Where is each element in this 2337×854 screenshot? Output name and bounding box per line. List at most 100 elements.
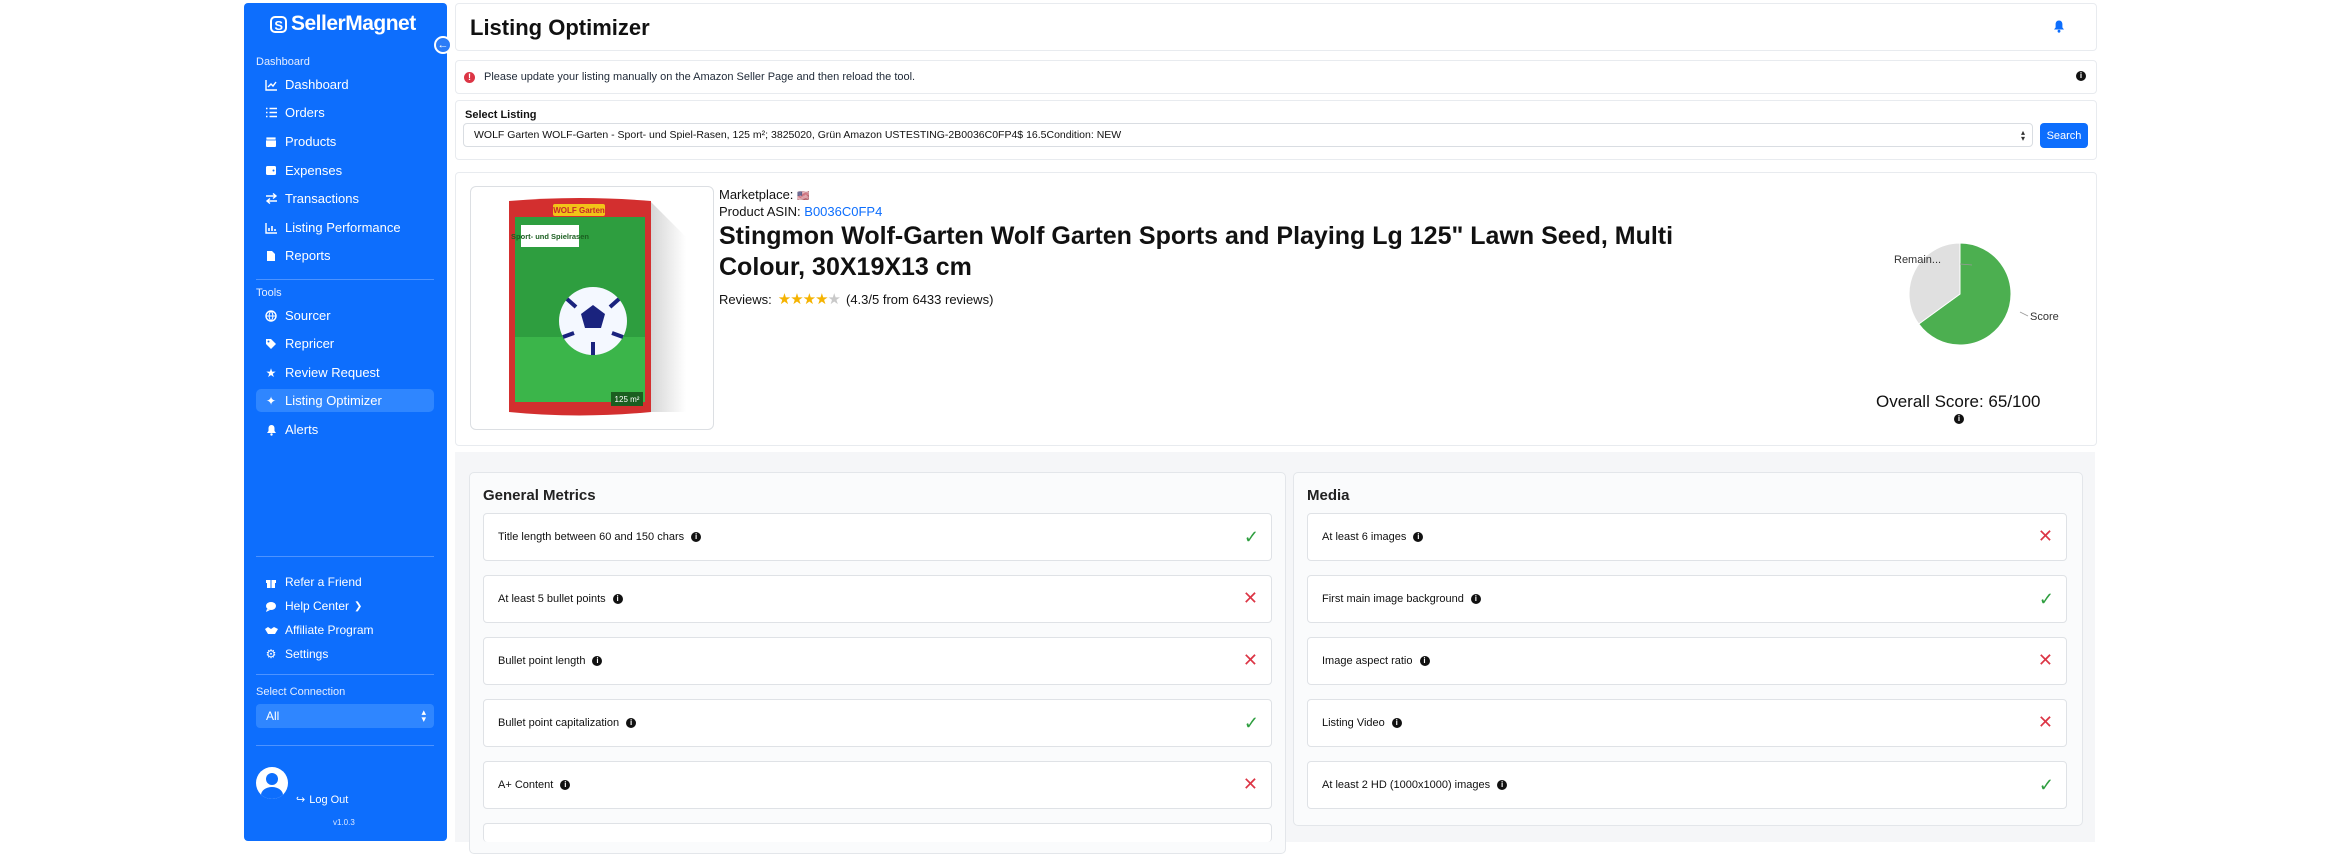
section-label-dashboard: Dashboard	[256, 56, 310, 68]
sidebar-link-affiliate-program[interactable]: Affiliate Program	[256, 620, 434, 640]
select-arrows-icon: ▴ ▾	[2020, 128, 2025, 143]
metric-info-icon[interactable]: i	[1391, 718, 1402, 728]
check-icon: ✓	[2038, 589, 2054, 609]
sidebar-link-label: Help Center	[285, 599, 350, 613]
alert-info-icon[interactable]: i	[2076, 71, 2086, 81]
sidebar-item-label: Listing Performance	[285, 220, 401, 235]
wallet-icon	[264, 164, 278, 178]
sidebar-item-dashboard[interactable]: Dashboard	[256, 73, 434, 96]
sidebar-divider	[256, 674, 434, 675]
sidebar-item-label: Reports	[285, 248, 331, 263]
sidebar-item-label: Transactions	[285, 191, 359, 206]
sidebar-item-transactions[interactable]: Transactions	[256, 187, 434, 210]
metric-row: Listing Video i ✕	[1307, 699, 2067, 747]
sidebar-link-settings[interactable]: ⚙ Settings	[256, 644, 434, 664]
check-icon: ✓	[1243, 527, 1259, 547]
metric-info-icon[interactable]: i	[626, 718, 637, 728]
product-image[interactable]: WOLF Garten Sport- und Spielrasen 125 m²	[470, 186, 714, 430]
error-icon: !	[464, 71, 475, 83]
metric-info-icon[interactable]: i	[612, 594, 623, 604]
gift-icon	[264, 575, 278, 589]
sidebar-item-label: Orders	[285, 105, 325, 120]
search-button[interactable]: Search	[2040, 123, 2088, 148]
reviews-text: (4.3/5 from 6433 reviews)	[846, 291, 994, 307]
metric-row: Title length between 60 and 150 chars i ✓	[483, 513, 1272, 561]
logout-button[interactable]: ↪ Log Out	[296, 793, 349, 807]
sidebar-item-alerts[interactable]: Alerts	[256, 418, 434, 441]
tag-icon	[264, 337, 278, 351]
sidebar-item-expenses[interactable]: Expenses	[256, 159, 434, 182]
marketplace-label: Marketplace:	[719, 187, 794, 202]
overall-score: Overall Score: 65/100	[1876, 392, 2041, 411]
sidebar-item-listing-optimizer[interactable]: ✦ Listing Optimizer	[256, 389, 434, 412]
media-title: Media	[1307, 487, 1350, 504]
metric-label: A+ Content	[498, 779, 554, 791]
listing-select[interactable]: WOLF Garten WOLF-Garten - Sport- und Spi…	[463, 123, 2033, 147]
asin-link[interactable]: B0036C0FP4	[804, 204, 882, 219]
metric-info-icon[interactable]: i	[1413, 532, 1424, 542]
us-flag-icon: 🇺🇸	[797, 191, 810, 202]
pie-label-score: Score	[2030, 311, 2059, 323]
globe-icon	[264, 309, 278, 323]
metric-info-icon[interactable]: i	[1497, 780, 1508, 790]
list-icon	[264, 106, 278, 120]
metric-info-icon[interactable]: i	[691, 532, 702, 542]
metric-row: A+ Content i ✕	[483, 761, 1272, 809]
notifications-bell-icon[interactable]	[2052, 19, 2066, 33]
check-icon: ✓	[1243, 713, 1259, 733]
score-info-icon[interactable]: i	[1954, 414, 1964, 424]
sidebar-divider	[256, 745, 434, 746]
collapse-sidebar-button[interactable]: ←	[434, 36, 452, 54]
app-logo[interactable]: S SellerMagnet	[270, 12, 416, 36]
sidebar-divider	[256, 556, 434, 557]
sidebar-item-label: Listing Optimizer	[285, 393, 382, 408]
section-label-connection: Select Connection	[256, 686, 346, 698]
metric-label: Listing Video	[1322, 717, 1385, 729]
metric-row: Image aspect ratio i ✕	[1307, 637, 2067, 685]
pie-label-remain: Remain...	[1894, 254, 1941, 266]
check-icon: ✓	[2038, 775, 2054, 795]
sidebar-link-label: Affiliate Program	[285, 623, 374, 637]
sidebar-link-help-center[interactable]: Help Center ❯	[256, 596, 434, 616]
cross-icon: ✕	[1242, 588, 1258, 608]
cross-icon: ✕	[2037, 650, 2053, 670]
sparkles-icon: ✦	[265, 393, 277, 408]
listing-select-value: WOLF Garten WOLF-Garten - Sport- und Spi…	[474, 129, 1122, 141]
warning-alert: ! Please update your listing manually on…	[455, 60, 2097, 94]
metric-label: Image aspect ratio	[1322, 655, 1413, 667]
reviews-row: Reviews: ★★★★★ (4.3/5 from 6433 reviews)	[719, 290, 993, 308]
metric-info-icon[interactable]: i	[592, 656, 603, 666]
package-brand-text: WOLF Garten	[553, 206, 605, 215]
sidebar-item-sourcer[interactable]: Sourcer	[256, 304, 434, 327]
metric-info-icon[interactable]: i	[1470, 594, 1481, 604]
arrows-exchange-icon	[264, 192, 278, 206]
asin-label: Product ASIN:	[719, 204, 801, 219]
connection-select[interactable]: All ▴ ▾	[256, 704, 434, 728]
sidebar-item-review-request[interactable]: ★ Review Request	[256, 361, 434, 384]
metric-info-icon[interactable]: i	[560, 780, 571, 790]
metric-info-icon[interactable]: i	[1419, 656, 1430, 666]
bell-icon	[264, 423, 278, 437]
sidebar-item-reports[interactable]: Reports	[256, 244, 434, 267]
header-bar	[455, 3, 2097, 51]
product-title: Stingmon Wolf-Garten Wolf Garten Sports …	[719, 222, 1674, 281]
sidebar-link-label: Refer a Friend	[285, 575, 362, 589]
score-pie-chart: Remain... Score	[1894, 242, 2059, 346]
sidebar-item-label: Dashboard	[285, 77, 349, 92]
bar-chart-icon	[264, 221, 278, 235]
cross-icon: ✕	[1242, 650, 1258, 670]
sidebar-item-listing-performance[interactable]: Listing Performance	[256, 216, 434, 239]
logo-text: SellerMagnet	[291, 12, 416, 35]
chat-icon	[264, 599, 278, 613]
avatar-body-shape	[261, 787, 283, 799]
sidebar-link-refer-a-friend[interactable]: Refer a Friend	[256, 572, 434, 592]
logout-label: Log Out	[309, 793, 349, 806]
chart-line-icon	[264, 78, 278, 92]
avatar[interactable]	[256, 767, 288, 799]
connection-select-value: All	[266, 709, 280, 723]
sidebar-item-orders[interactable]: Orders	[256, 101, 434, 124]
sidebar-item-label: Expenses	[285, 163, 343, 178]
sidebar-item-products[interactable]: Products	[256, 130, 434, 153]
sidebar-item-repricer[interactable]: Repricer	[256, 332, 434, 355]
svg-text:125 m²: 125 m²	[615, 395, 640, 404]
